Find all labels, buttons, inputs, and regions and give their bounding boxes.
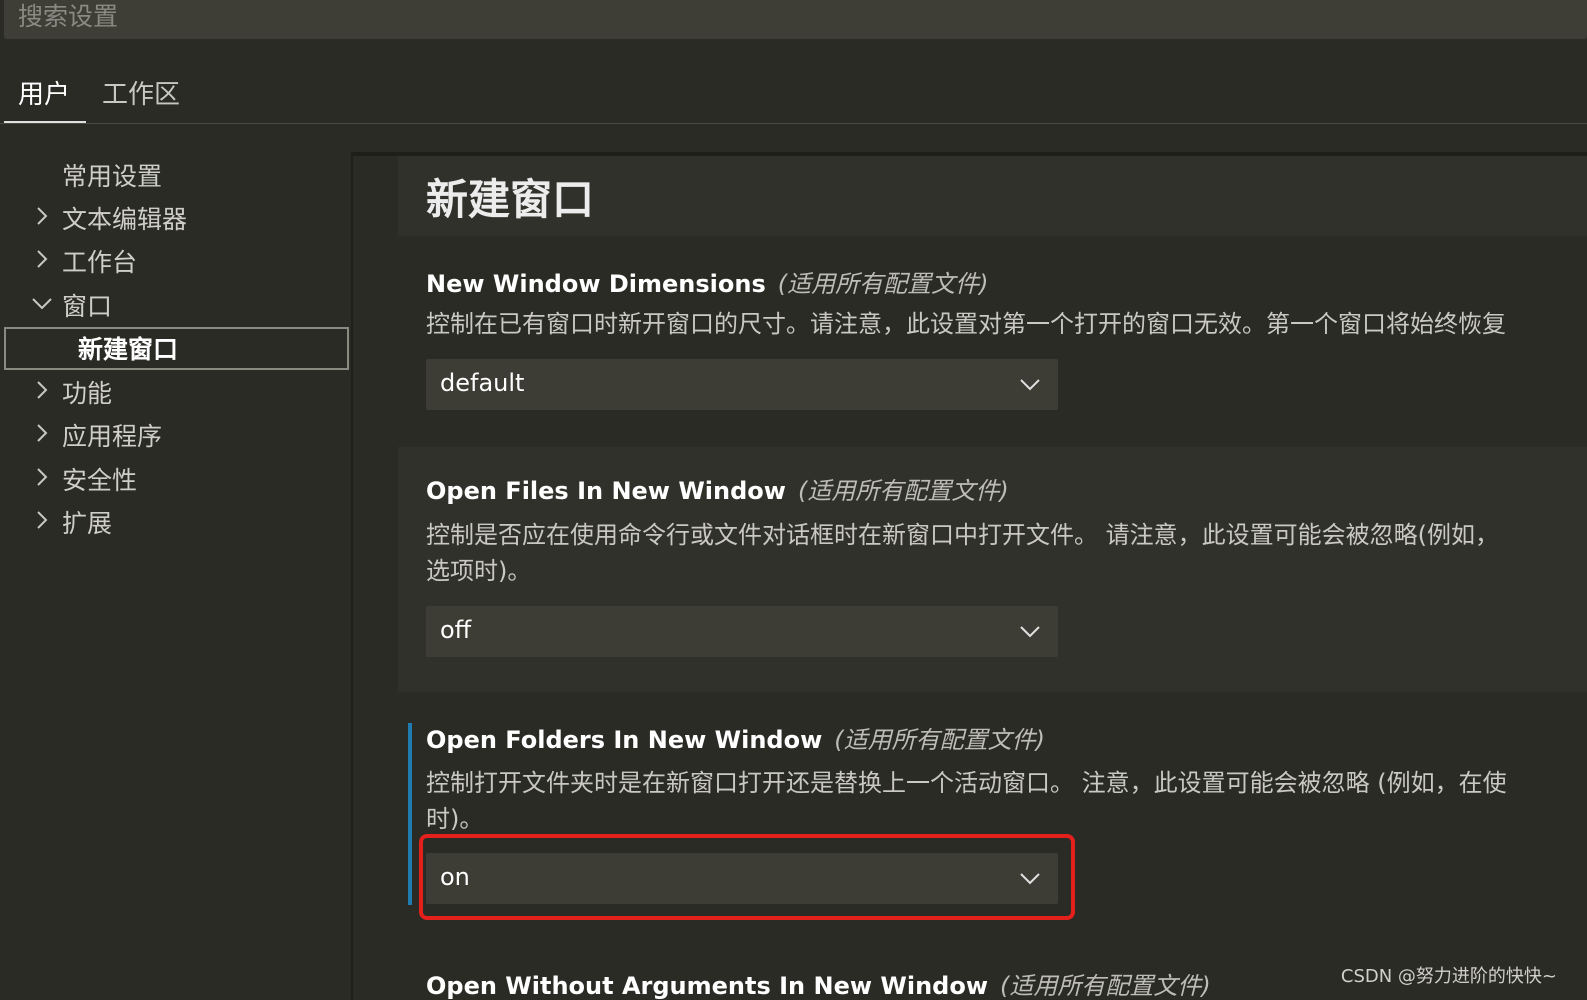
tab-user[interactable]: 用户 <box>18 74 70 111</box>
toc-item-text-editor[interactable]: 文本编辑器 <box>0 198 352 240</box>
setting-title: Open Folders In New Window (适用所有配置文件) <box>426 720 1045 755</box>
toc-item-application[interactable]: 应用程序 <box>0 415 352 457</box>
chevron-right-icon[interactable] <box>30 465 54 489</box>
select-value: off <box>440 616 472 644</box>
setting-name: New Window Dimensions <box>426 270 766 298</box>
select-value: default <box>440 369 525 397</box>
settings-toc: 常用设置 文本编辑器 工作台 窗口 新建窗口 功能 应用程序 安全性 扩展 <box>0 125 352 1000</box>
toc-item-new-window[interactable]: 新建窗口 <box>4 327 349 370</box>
editor-top-shadow <box>353 152 1587 156</box>
setting-name: Open Files In New Window <box>426 477 786 505</box>
setting-description: 控制打开文件夹时是在新窗口打开还是替换上一个活动窗口。 注意，此设置可能会被忽略… <box>426 769 1507 797</box>
select-value: on <box>440 863 470 891</box>
chevron-down-icon <box>1018 619 1042 643</box>
setting-title: Open Files In New Window (适用所有配置文件) <box>426 471 1009 506</box>
toc-item-window[interactable]: 窗口 <box>0 285 352 327</box>
open-files-in-new-window-select[interactable]: off <box>426 606 1058 657</box>
toc-item-label: 应用程序 <box>62 422 163 451</box>
setting-name: Open Without Arguments In New Window <box>426 972 989 1000</box>
toc-item-workbench[interactable]: 工作台 <box>0 241 352 283</box>
watermark: CSDN @努力进阶的快快~ <box>1340 966 1557 987</box>
setting-description: 控制在已有窗口时新开窗口的尺寸。请注意，此设置对第一个打开的窗口无效。第一个窗口… <box>426 310 1506 338</box>
setting-description-cont: 选项时)。 <box>426 557 532 585</box>
toc-item-label: 安全性 <box>62 466 138 495</box>
setting-name: Open Folders In New Window <box>426 726 823 754</box>
chevron-right-icon[interactable] <box>30 508 54 532</box>
toc-item-label: 常用设置 <box>62 162 163 191</box>
setting-scope: (适用所有配置文件) <box>777 270 989 298</box>
toc-item-common[interactable]: 常用设置 <box>0 155 352 197</box>
setting-scope: (适用所有配置文件) <box>834 726 1045 754</box>
open-folders-in-new-window-select[interactable]: on <box>426 853 1058 904</box>
section-header: 新建窗口 <box>398 156 1587 236</box>
section-title: 新建窗口 <box>426 175 595 224</box>
setting-new-window-dimensions: New Window Dimensions (适用所有配置文件) 控制在已有窗口时… <box>398 252 1587 442</box>
toc-item-label: 文本编辑器 <box>62 205 188 234</box>
toc-item-label: 功能 <box>62 379 113 408</box>
active-tab-indicator <box>4 121 86 123</box>
chevron-right-icon[interactable] <box>30 421 54 445</box>
chevron-right-icon[interactable] <box>30 204 54 228</box>
setting-description: 控制是否应在使用命令行或文件对话框时在新窗口中打开文件。 请注意，此设置可能会被… <box>426 521 1499 549</box>
toc-item-security[interactable]: 安全性 <box>0 459 352 501</box>
setting-open-folders-in-new-window: Open Folders In New Window (适用所有配置文件) 控制打… <box>398 712 1587 932</box>
setting-title: New Window Dimensions (适用所有配置文件) <box>426 264 989 299</box>
new-window-dimensions-select[interactable]: default <box>426 359 1058 410</box>
toc-item-label: 扩展 <box>62 509 113 538</box>
toc-item-label: 窗口 <box>62 292 113 321</box>
toc-item-label: 新建窗口 <box>78 335 179 364</box>
settings-editor: 新建窗口 New Window Dimensions (适用所有配置文件) 控制在… <box>353 152 1587 1000</box>
setting-scope: (适用所有配置文件) <box>797 477 1009 505</box>
chevron-down-icon <box>1018 866 1042 890</box>
settings-window: 用户 工作区 常用设置 文本编辑器 工作台 窗口 新建窗口 功能 应用程序 <box>0 0 1587 1000</box>
search-input[interactable] <box>16 0 1420 36</box>
tab-workspace[interactable]: 工作区 <box>102 74 180 111</box>
chevron-down-icon[interactable] <box>30 291 54 315</box>
toc-item-features[interactable]: 功能 <box>0 372 352 414</box>
search-bar[interactable] <box>4 0 1587 39</box>
setting-title: Open Without Arguments In New Window (适用所… <box>426 966 1211 1000</box>
chevron-right-icon[interactable] <box>30 247 54 271</box>
setting-description-cont: 时)。 <box>426 805 484 833</box>
settings-tabs: 用户 工作区 <box>0 60 1587 124</box>
setting-scope: (适用所有配置文件) <box>1000 972 1211 1000</box>
chevron-right-icon[interactable] <box>30 378 54 402</box>
setting-open-files-in-new-window: Open Files In New Window (适用所有配置文件) 控制是否应… <box>398 447 1587 692</box>
chevron-down-icon <box>1018 372 1042 396</box>
toc-item-label: 工作台 <box>62 248 138 277</box>
toc-item-extensions[interactable]: 扩展 <box>0 502 352 544</box>
